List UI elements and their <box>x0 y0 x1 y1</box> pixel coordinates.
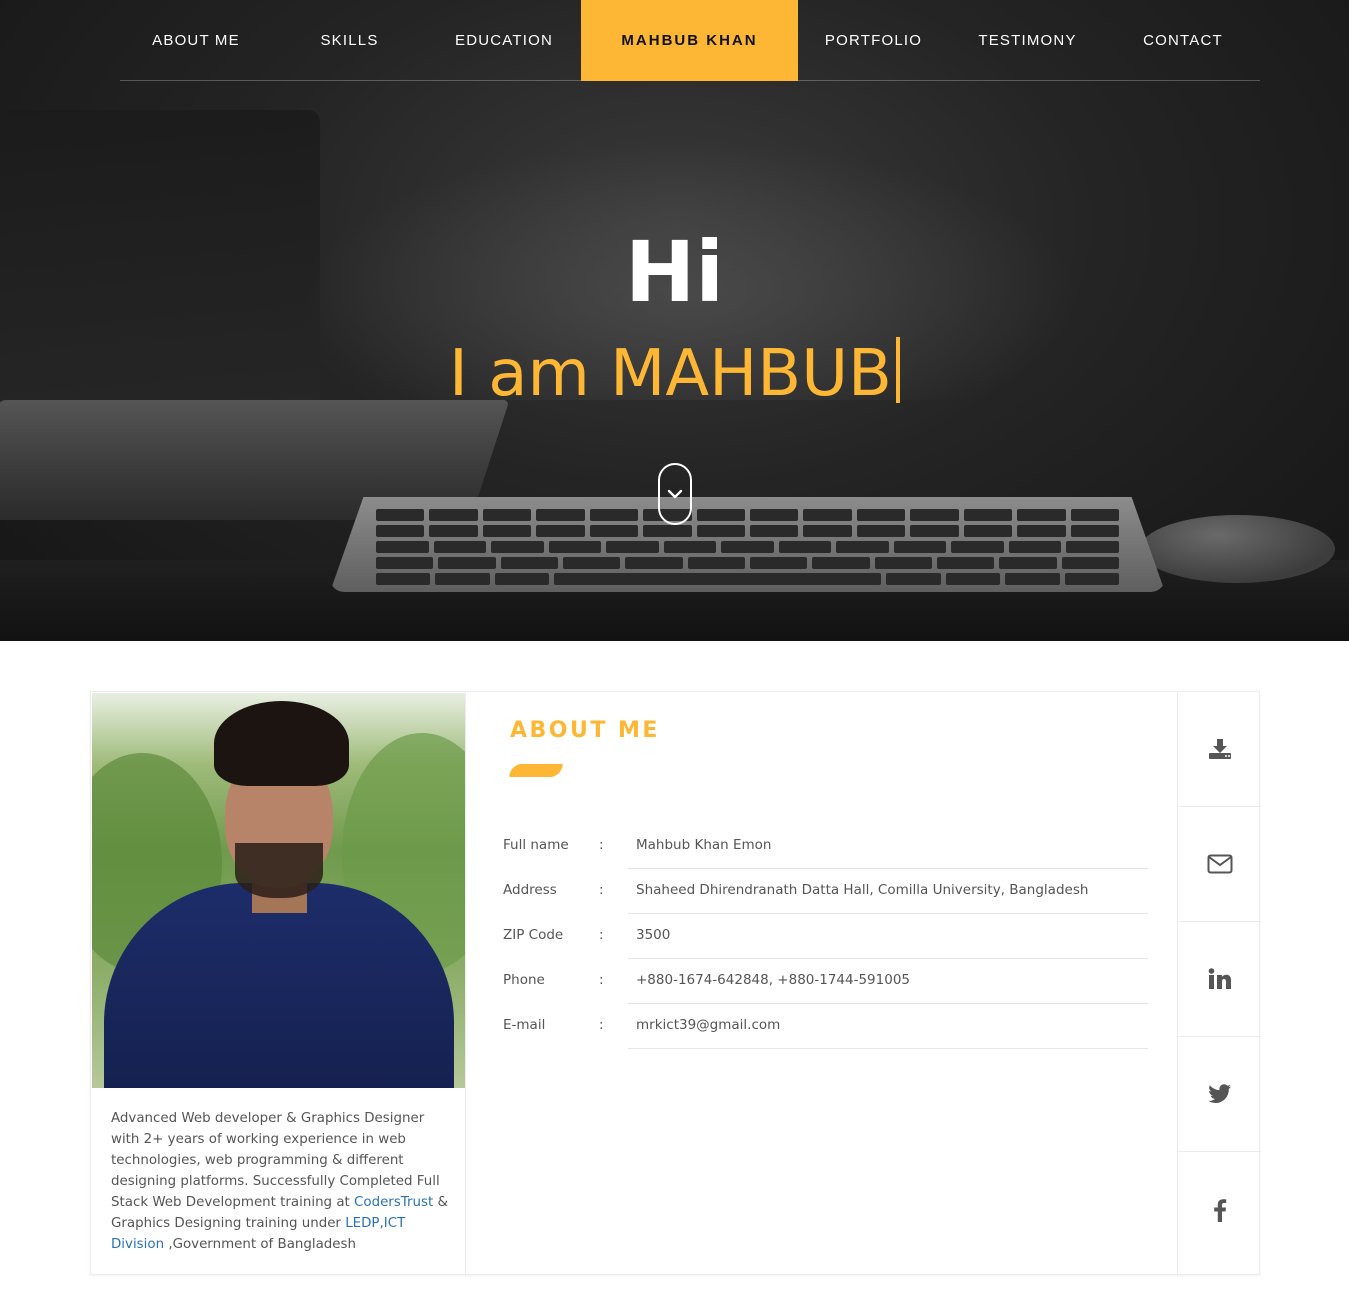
info-value: Mahbub Khan Emon <box>628 823 1148 869</box>
main-nav: ABOUT ME SKILLS EDUCATION MAHBUB KHAN PO… <box>120 0 1260 81</box>
info-label: Phone <box>503 972 545 988</box>
facebook-icon <box>1213 1198 1226 1222</box>
profile-photo <box>92 693 465 1088</box>
info-row-phone: Phone : +880-1674-642848, +880-1744-5910… <box>503 958 1148 1004</box>
bio-text-3: ,Government of Bangladesh <box>164 1237 357 1252</box>
info-label: ZIP Code <box>503 927 564 943</box>
hero-tagline: I am MAHBUB <box>0 333 1349 415</box>
info-label: Full name <box>503 837 569 853</box>
nav-item-testimony[interactable]: TESTIMONY <box>949 0 1106 81</box>
nav-item-portfolio[interactable]: PORTFOLIO <box>798 0 949 81</box>
nav-item-skills[interactable]: SKILLS <box>272 0 427 81</box>
info-row-address: Address : Shaheed Dhirendranath Datta Ha… <box>503 868 1148 914</box>
info-value: +880-1674-642848, +880-1744-591005 <box>628 958 1148 1004</box>
info-value: mrkict39@gmail.com <box>628 1003 1148 1049</box>
twitter-icon <box>1207 1084 1231 1103</box>
nav-item-contact[interactable]: CONTACT <box>1106 0 1260 81</box>
linkedin-icon <box>1208 968 1231 989</box>
info-value: Shaheed Dhirendranath Datta Hall, Comill… <box>628 868 1148 914</box>
social-column <box>1177 692 1261 1276</box>
profile-column: Advanced Web developer & Graphics Design… <box>91 692 466 1276</box>
info-row-email: E-mail : mrkict39@gmail.com <box>503 1003 1148 1049</box>
info-colon: : <box>599 837 604 853</box>
info-colon: : <box>599 972 604 988</box>
info-colon: : <box>599 1017 604 1033</box>
typing-cursor <box>895 337 900 403</box>
coderstrust-link[interactable]: CodersTrust <box>354 1195 433 1210</box>
info-label: Address <box>503 882 557 898</box>
hero-background-keyboard <box>330 497 1165 592</box>
facebook-button[interactable] <box>1178 1152 1261 1267</box>
hero-tagline-text: I am MAHBUB <box>449 337 892 411</box>
linkedin-button[interactable] <box>1178 922 1261 1037</box>
email-button[interactable] <box>1178 807 1261 922</box>
title-underline <box>508 764 564 777</box>
nav-item-about-me[interactable]: ABOUT ME <box>120 0 272 81</box>
profile-bio: Advanced Web developer & Graphics Design… <box>111 1108 451 1255</box>
about-card: Advanced Web developer & Graphics Design… <box>90 691 1261 1276</box>
info-row-zip: ZIP Code : 3500 <box>503 913 1148 959</box>
nav-item-mahbub-khan[interactable]: MAHBUB KHAN <box>581 0 798 81</box>
download-icon <box>1208 739 1231 759</box>
info-label: E-mail <box>503 1017 546 1033</box>
info-colon: : <box>599 927 604 943</box>
info-colon: : <box>599 882 604 898</box>
scroll-down-button[interactable] <box>658 463 692 525</box>
mail-icon <box>1207 854 1232 874</box>
nav-item-education[interactable]: EDUCATION <box>427 0 581 81</box>
twitter-button[interactable] <box>1178 1037 1261 1152</box>
hero-greeting: Hi <box>624 223 725 321</box>
info-row-fullname: Full name : Mahbub Khan Emon <box>503 823 1148 869</box>
chevron-down-icon <box>667 489 683 499</box>
about-title: ABOUT ME <box>510 718 660 743</box>
about-details: ABOUT ME Full name : Mahbub Khan Emon Ad… <box>466 692 1177 1276</box>
info-value: 3500 <box>628 913 1148 959</box>
hero-section: ABOUT ME SKILLS EDUCATION MAHBUB KHAN PO… <box>0 0 1349 641</box>
hero-background-mouse <box>1140 515 1335 583</box>
download-cv-button[interactable] <box>1178 692 1261 807</box>
